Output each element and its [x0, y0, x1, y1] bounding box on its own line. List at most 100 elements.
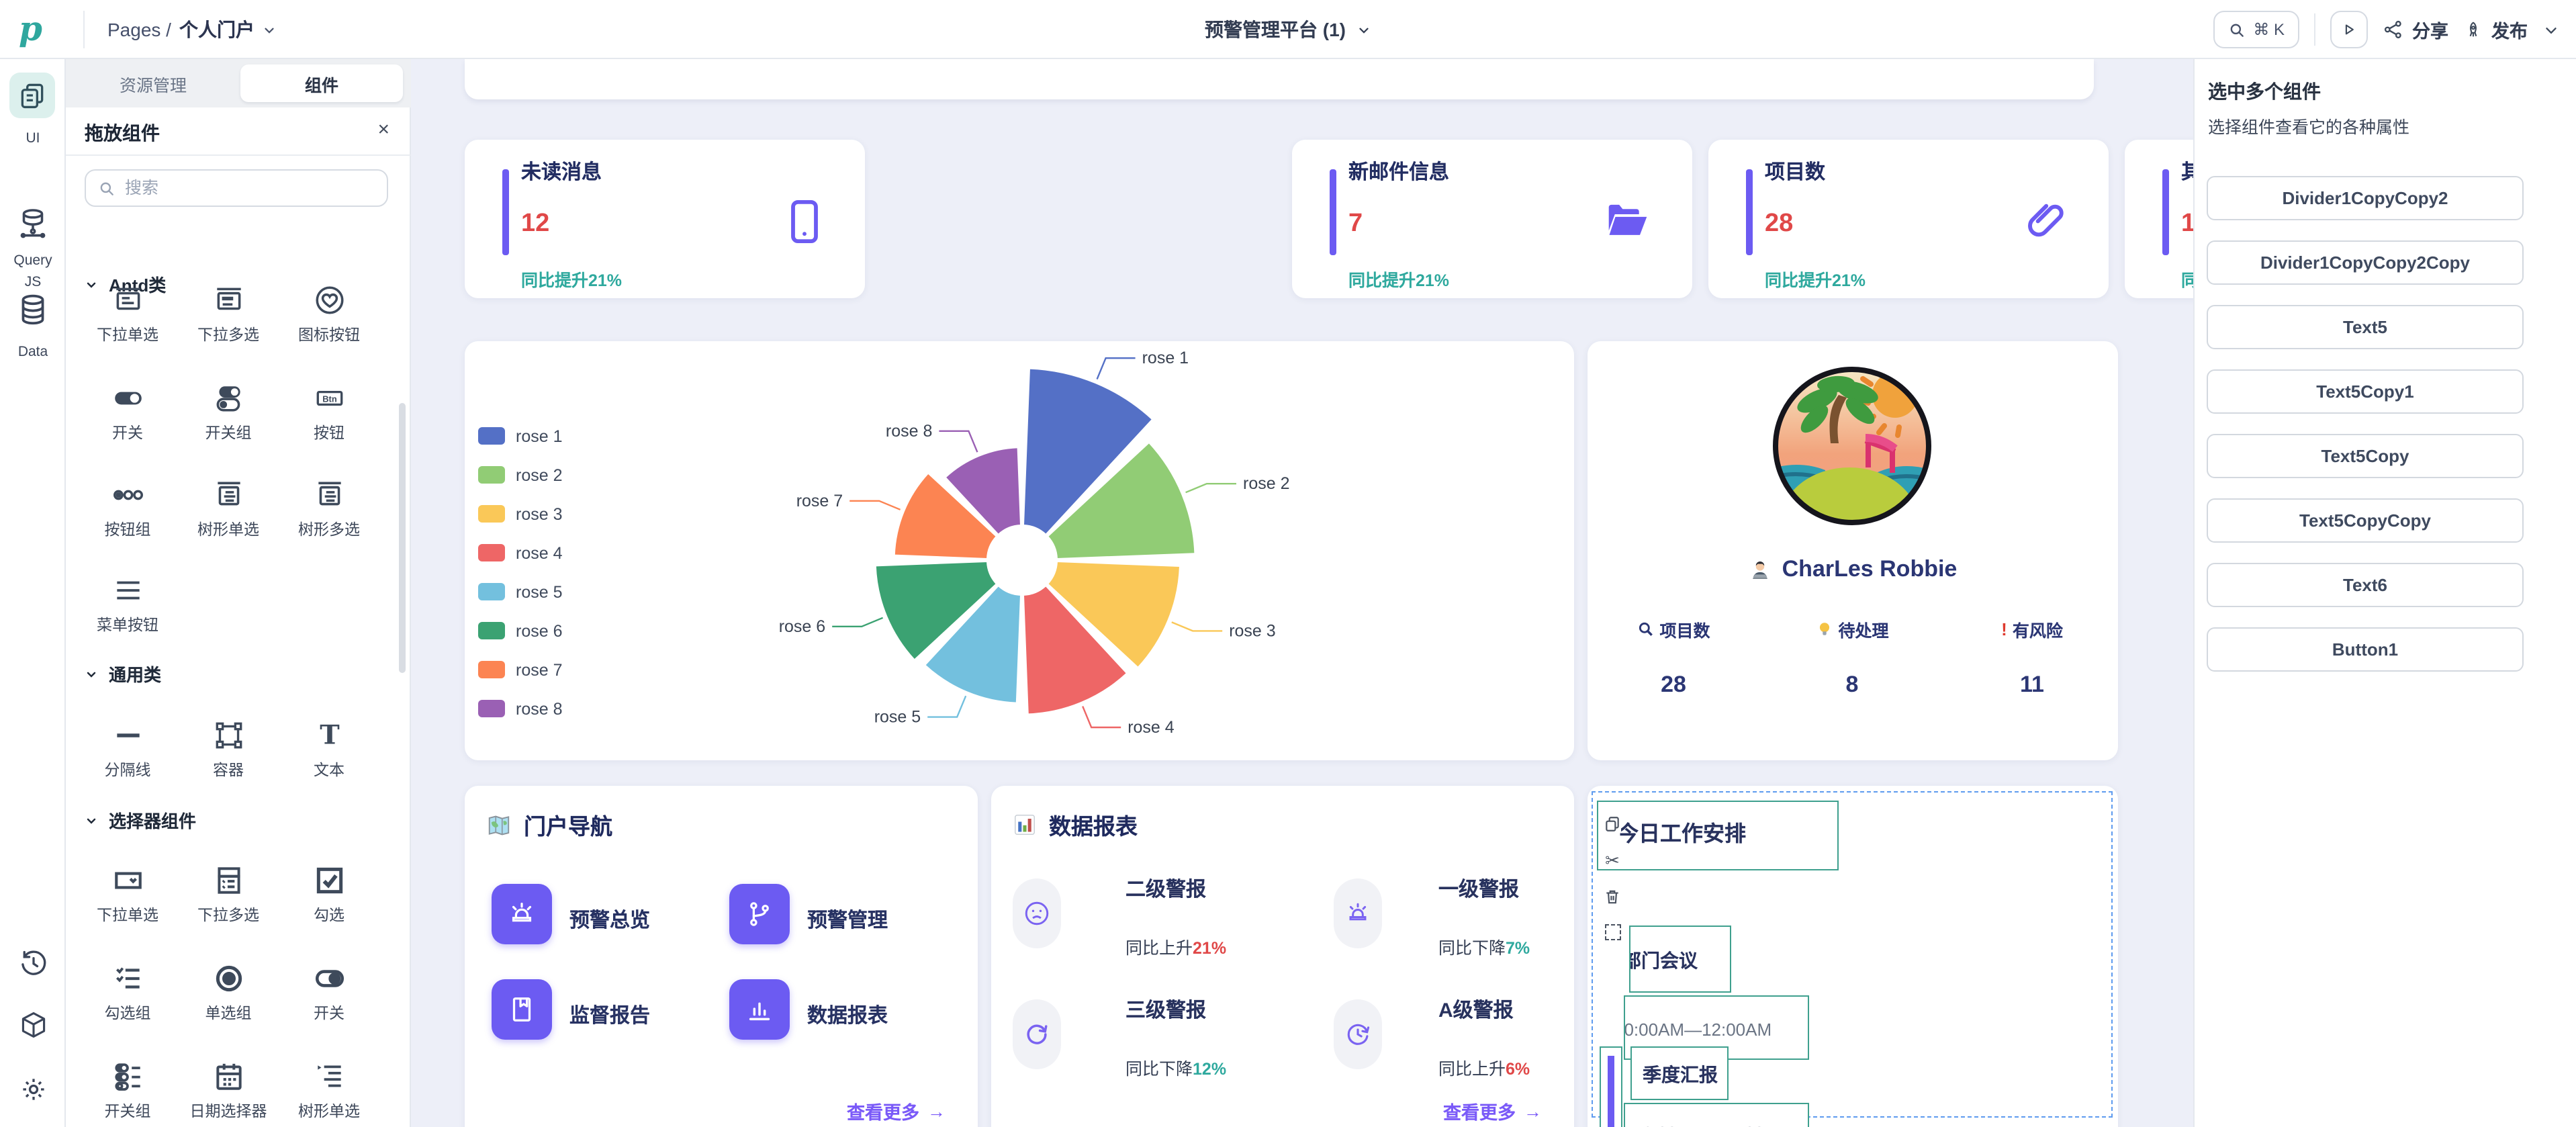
chart-legend[interactable]: rose 1rose 2rose 3rose 4rose 5rose 6rose…: [478, 416, 563, 728]
editor-canvas[interactable]: 未读消息 12 同比提升21% 新邮件信息 7 同比提升21% 项目数 28 同…: [411, 59, 2193, 1127]
legend-item[interactable]: rose 5: [478, 572, 563, 611]
component-item[interactable]: 下拉多选: [180, 282, 277, 345]
component-item[interactable]: 勾选: [281, 862, 377, 926]
report-item-icon[interactable]: [1013, 878, 1061, 948]
selected-component-button[interactable]: Button1: [2207, 627, 2524, 672]
schedule-title-widget[interactable]: 今日工作安排: [1597, 801, 1839, 870]
rail-item-data[interactable]: [15, 293, 51, 329]
rose-slice-label: rose 5: [874, 708, 921, 727]
report-item-icon[interactable]: [1334, 878, 1382, 948]
component-item[interactable]: 图标按钮: [281, 282, 377, 345]
cut-icon[interactable]: ✂: [1605, 852, 1620, 869]
component-item[interactable]: 勾选组: [79, 960, 176, 1024]
component-item[interactable]: Btn 按钮: [281, 380, 377, 443]
history-button[interactable]: [15, 948, 51, 978]
chevron-down-icon[interactable]: [2542, 21, 2560, 38]
rail-item-ui[interactable]: [9, 73, 55, 118]
legend-item[interactable]: rose 2: [478, 455, 563, 494]
component-item[interactable]: T 文本: [281, 717, 377, 780]
section-common[interactable]: 通用类: [85, 661, 161, 686]
stat-card-projects[interactable]: 项目数 28 同比提升21%: [1708, 140, 2109, 298]
tab-components[interactable]: 组件: [240, 64, 403, 102]
component-item[interactable]: 下拉单选: [79, 862, 176, 926]
tab-resources[interactable]: 资源管理: [66, 59, 240, 107]
legend-item[interactable]: rose 3: [478, 494, 563, 533]
package-button[interactable]: [15, 1010, 51, 1040]
legend-item[interactable]: rose 7: [478, 650, 563, 689]
selected-component-button[interactable]: Text5Copy1: [2207, 369, 2524, 414]
component-search-input[interactable]: [125, 179, 353, 197]
trash-icon[interactable]: [1604, 888, 1621, 905]
component-item[interactable]: 开关: [79, 380, 176, 443]
nav-item-data-report[interactable]: [729, 979, 790, 1040]
nav-item-alert-overview[interactable]: [492, 884, 552, 944]
nav-label[interactable]: 预警总览: [569, 905, 650, 934]
selected-component-button[interactable]: Divider1CopyCopy2: [2207, 176, 2524, 220]
preview-run-button[interactable]: [2330, 11, 2368, 48]
app-logo[interactable]: p: [19, 9, 42, 48]
meeting1-widget[interactable]: 部门会议: [1629, 926, 1731, 993]
component-item[interactable]: 树形单选: [180, 477, 277, 540]
component-item[interactable]: 分隔线: [79, 717, 176, 780]
settings-button[interactable]: [15, 1075, 51, 1104]
multiselect-icon: [180, 862, 277, 899]
report-item-icon[interactable]: [1334, 999, 1382, 1069]
nav-item-report[interactable]: [492, 979, 552, 1040]
nav-label[interactable]: 预警管理: [807, 905, 888, 934]
app-title-menu[interactable]: 预警管理平台 (1): [1205, 0, 1371, 59]
portal-nav-more-link[interactable]: 查看更多→: [847, 1097, 946, 1124]
copy-icon[interactable]: [1604, 815, 1621, 833]
profile-card[interactable]: CharLes Robbie 项目数 28 待处理 8 !有风险 11: [1588, 341, 2118, 760]
breadcrumb[interactable]: Pages / 个人门户: [107, 0, 277, 59]
component-item[interactable]: 容器: [180, 717, 277, 780]
component-item[interactable]: 菜单按钮: [79, 572, 176, 635]
legend-item[interactable]: rose 8: [478, 689, 563, 728]
select-area-icon[interactable]: [1604, 924, 1620, 940]
share-button[interactable]: 分享: [2383, 16, 2448, 43]
component-item[interactable]: 开关组: [180, 380, 277, 443]
section-selector[interactable]: 选择器组件: [85, 807, 196, 833]
component-item[interactable]: 下拉单选: [79, 282, 176, 345]
nav-item-alert-manage[interactable]: [729, 884, 790, 944]
selected-component-button[interactable]: Text5Copy: [2207, 434, 2524, 478]
clock-history-icon: [1343, 1020, 1373, 1049]
component-item[interactable]: 单选组: [180, 960, 277, 1024]
component-item[interactable]: 按钮组: [79, 477, 176, 540]
nav-label[interactable]: 监督报告: [569, 1001, 650, 1029]
divider-widget[interactable]: [1600, 1046, 1622, 1127]
panel-scrollbar[interactable]: [399, 403, 406, 673]
stat-card-mail[interactable]: 新邮件信息 7 同比提升21%: [1292, 140, 1692, 298]
close-icon[interactable]: ×: [377, 118, 389, 141]
stat-card-other[interactable]: 其他 11 同比提升21%: [2125, 140, 2193, 298]
component-item[interactable]: 日期选择器: [180, 1058, 277, 1122]
selected-component-button[interactable]: Text5CopyCopy: [2207, 498, 2524, 543]
component-item[interactable]: 树形单选: [281, 1058, 377, 1122]
rose-chart[interactable]: rose 1rose 2rose 3rose 4rose 5rose 6rose…: [465, 341, 1574, 760]
schedule-card[interactable]: 今日工作安排 ✂ 部门会议 10:00AM—12:00AM 季度汇报 13:00: [1588, 786, 2118, 1127]
data-report-more-link[interactable]: 查看更多→: [1443, 1097, 1542, 1124]
global-search-button[interactable]: ⌘ K: [2213, 11, 2299, 48]
selected-component-button[interactable]: Divider1CopyCopy2Copy: [2207, 240, 2524, 285]
legend-item[interactable]: rose 6: [478, 611, 563, 650]
time2-widget[interactable]: 13:00PM—15:00PM: [1624, 1103, 1809, 1127]
component-search[interactable]: [85, 169, 388, 207]
publish-label: 发布: [2491, 16, 2528, 43]
rail-item-query[interactable]: [15, 207, 51, 243]
rose-chart-card[interactable]: rose 1rose 2rose 3rose 4rose 5rose 6rose…: [465, 341, 1574, 760]
meeting2-widget[interactable]: 季度汇报: [1630, 1046, 1729, 1100]
portal-nav-card[interactable]: 门户导航 预警总览 预警管理 监督报告 数据报表 查看更多→: [465, 786, 978, 1127]
rose-slice-label: rose 8: [886, 422, 932, 441]
nav-label[interactable]: 数据报表: [807, 1001, 888, 1029]
data-report-card[interactable]: 数据报表 二级警报 同比上升21% 一级警报 同比下降7% 三级警报 同比下降1…: [991, 786, 1574, 1127]
report-item-icon[interactable]: [1013, 999, 1061, 1069]
component-item[interactable]: 树形多选: [281, 477, 377, 540]
component-item[interactable]: 下拉多选: [180, 862, 277, 926]
selected-component-button[interactable]: Text5: [2207, 305, 2524, 349]
component-item[interactable]: 开关组: [79, 1058, 176, 1122]
stat-card-unread[interactable]: 未读消息 12 同比提升21%: [465, 140, 865, 298]
legend-item[interactable]: rose 1: [478, 416, 563, 455]
publish-button[interactable]: 发布: [2463, 16, 2528, 43]
component-item[interactable]: 开关: [281, 960, 377, 1024]
legend-item[interactable]: rose 4: [478, 533, 563, 572]
selected-component-button[interactable]: Text6: [2207, 563, 2524, 607]
